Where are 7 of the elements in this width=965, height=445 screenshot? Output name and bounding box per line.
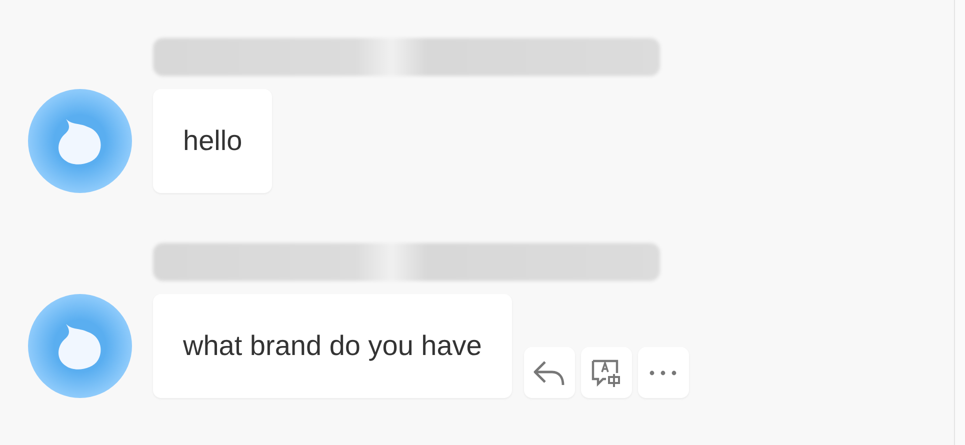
more-icon (649, 370, 678, 376)
reply-button[interactable] (524, 347, 575, 398)
message-bubble: hello (153, 89, 272, 193)
avatar-icon (28, 89, 132, 193)
translate-button[interactable] (580, 347, 632, 398)
message-bubble: what brand do you have (153, 294, 512, 398)
avatar-icon (28, 294, 132, 398)
